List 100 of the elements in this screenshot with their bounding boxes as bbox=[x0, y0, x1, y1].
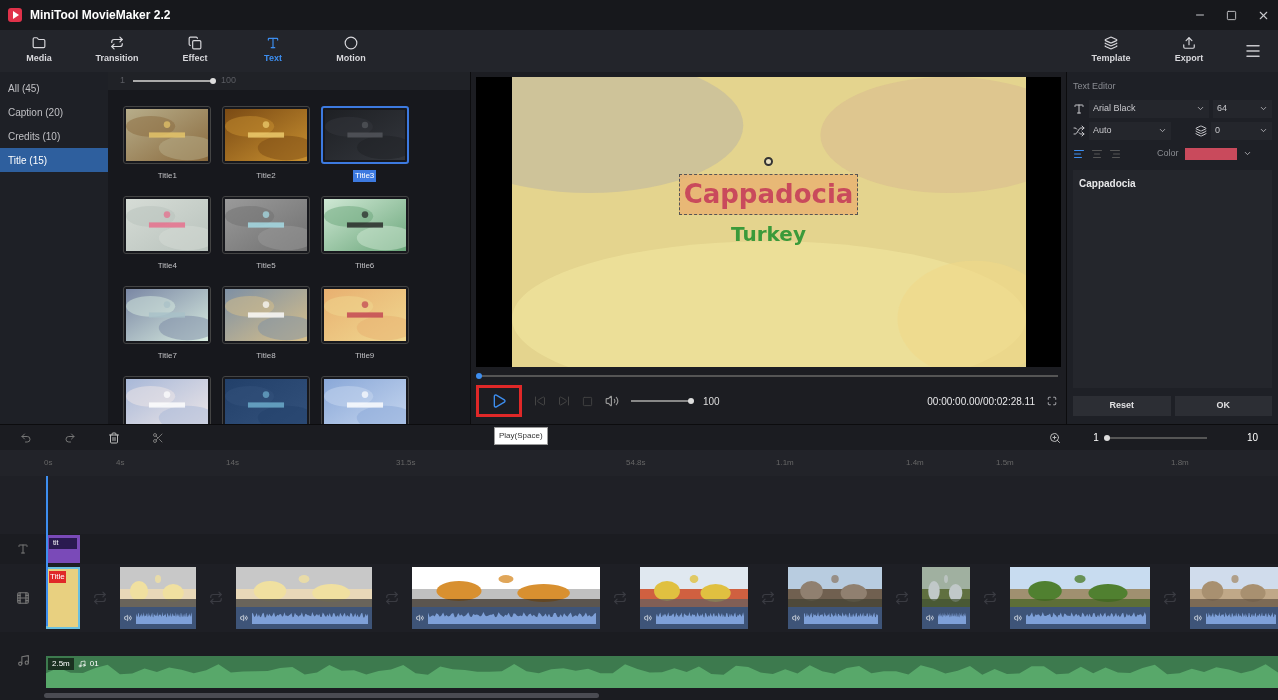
clip-volume-icon[interactable] bbox=[1014, 614, 1022, 622]
video-clip[interactable] bbox=[1190, 567, 1278, 629]
scrollbar[interactable] bbox=[44, 693, 599, 698]
slider-thumb[interactable] bbox=[476, 373, 482, 379]
template-label: Title4 bbox=[156, 260, 178, 272]
arrows-icon bbox=[110, 36, 124, 51]
clip-volume-icon[interactable] bbox=[240, 614, 248, 622]
zoom-max-label: 10 bbox=[1246, 431, 1258, 445]
video-clip[interactable] bbox=[236, 567, 372, 629]
copy-icon bbox=[188, 36, 202, 51]
ruler-label: 1.1m bbox=[776, 457, 795, 469]
video-track-icon bbox=[16, 591, 30, 605]
toolbar-tab[interactable]: Effect bbox=[156, 36, 234, 66]
title-clip[interactable]: Title bbox=[46, 567, 80, 629]
music-track-icon bbox=[16, 653, 30, 667]
ruler-label: 54.8s bbox=[626, 457, 647, 469]
app-logo-icon bbox=[8, 8, 22, 22]
zoom-fit-icon[interactable] bbox=[1049, 431, 1062, 444]
category-item[interactable]: Credits (10) bbox=[0, 124, 108, 148]
menu-icon[interactable] bbox=[1244, 42, 1262, 60]
rotate-handle-icon[interactable] bbox=[764, 157, 773, 166]
video-clip[interactable] bbox=[1010, 567, 1150, 629]
panel-title: Text Editor bbox=[1073, 80, 1117, 93]
undo-icon[interactable] bbox=[20, 431, 32, 444]
editor-button[interactable]: OK bbox=[1174, 395, 1272, 416]
music-clip[interactable]: 2.5m 01 bbox=[46, 656, 1278, 688]
template-label: Title3 bbox=[353, 170, 377, 182]
tooltip: Play(Space) bbox=[494, 427, 548, 445]
ruler-label: 1.8m bbox=[1171, 457, 1190, 469]
template-label: Title6 bbox=[354, 260, 376, 272]
category-item[interactable]: Title (15) bbox=[0, 148, 108, 172]
color-label: Color bbox=[1157, 146, 1179, 160]
slider-thumb[interactable] bbox=[688, 398, 694, 404]
zoom-slider[interactable] bbox=[1106, 436, 1207, 439]
line-spacing-dropdown[interactable]: 0 bbox=[1211, 121, 1272, 140]
clip-volume-icon[interactable] bbox=[416, 614, 424, 622]
clip-volume-icon[interactable] bbox=[644, 614, 652, 622]
template-label: Title9 bbox=[354, 350, 376, 362]
folder-icon bbox=[32, 36, 46, 51]
ruler-label: 14s bbox=[226, 457, 240, 469]
split-icon[interactable] bbox=[152, 431, 164, 444]
editor-button[interactable]: Reset bbox=[1073, 395, 1171, 416]
video-clip[interactable] bbox=[922, 567, 970, 629]
align-icon[interactable] bbox=[1073, 147, 1085, 160]
toolbar-button[interactable]: Template bbox=[1072, 36, 1150, 66]
delete-icon[interactable] bbox=[108, 431, 120, 444]
music-note-icon bbox=[77, 660, 86, 668]
video-clip[interactable] bbox=[120, 567, 196, 629]
caret-icon bbox=[1259, 104, 1268, 113]
spacing-dropdown[interactable]: Auto bbox=[1089, 121, 1171, 140]
video-clip[interactable] bbox=[788, 567, 882, 629]
template-label: Title2 bbox=[255, 170, 277, 182]
text-track-icon bbox=[17, 543, 29, 555]
template-label: Title7 bbox=[156, 350, 178, 362]
category-item[interactable]: Caption (20) bbox=[0, 100, 108, 124]
toolbar-tab[interactable]: Text bbox=[234, 36, 312, 66]
upload-icon bbox=[1182, 36, 1196, 51]
caret-icon bbox=[1259, 126, 1268, 135]
fullscreen-icon[interactable] bbox=[1047, 396, 1057, 406]
clip-volume-icon[interactable] bbox=[124, 614, 132, 622]
template-label: Title8 bbox=[255, 350, 277, 362]
ruler-label: 1.4m bbox=[906, 457, 925, 469]
clip-volume-icon[interactable] bbox=[1194, 614, 1202, 622]
slider-thumb[interactable] bbox=[210, 78, 216, 84]
preview-title: Cappadocia bbox=[683, 179, 854, 209]
clip-volume-icon[interactable] bbox=[926, 614, 934, 622]
audio-waveform bbox=[938, 612, 966, 624]
video-clip[interactable] bbox=[640, 567, 748, 629]
caret-icon bbox=[1196, 104, 1205, 113]
category-item[interactable]: All (45) bbox=[0, 76, 108, 100]
toolbar-button[interactable]: Export bbox=[1150, 36, 1228, 66]
play-button[interactable] bbox=[476, 385, 522, 417]
play-icon bbox=[491, 393, 507, 409]
slider-thumb[interactable] bbox=[1103, 434, 1110, 441]
toolbar-tab[interactable]: Media bbox=[0, 36, 78, 66]
time-display: 00:00:00.00/00:02:28.11 bbox=[927, 394, 1035, 409]
color-swatch[interactable] bbox=[1184, 147, 1237, 160]
video-clip[interactable] bbox=[412, 567, 600, 629]
text-input[interactable]: Cappadocia bbox=[1073, 169, 1272, 388]
audio-waveform bbox=[136, 612, 192, 624]
template-label: Title1 bbox=[156, 170, 178, 182]
toolbar-tab[interactable]: Motion bbox=[312, 36, 390, 66]
maximize-icon[interactable] bbox=[1226, 9, 1237, 21]
volume-icon[interactable] bbox=[605, 394, 619, 408]
audio-waveform bbox=[1206, 612, 1276, 624]
redo-icon[interactable] bbox=[64, 431, 76, 444]
caret-icon bbox=[1158, 126, 1167, 135]
caret-icon[interactable] bbox=[1242, 149, 1252, 158]
font-dropdown[interactable]: Arial Black bbox=[1089, 99, 1209, 118]
window-title: MiniTool MovieMaker 2.2 bbox=[30, 7, 171, 24]
ruler-label: 1.5m bbox=[996, 457, 1015, 469]
volume-reading: 100 bbox=[703, 394, 720, 409]
clip-volume-icon[interactable] bbox=[792, 614, 800, 622]
circle-icon bbox=[344, 36, 358, 51]
toolbar-tab[interactable]: Transition bbox=[78, 36, 156, 66]
template-label: Title5 bbox=[255, 260, 277, 272]
preview-subtitle: Turkey bbox=[731, 221, 806, 248]
layers-icon bbox=[1104, 36, 1118, 51]
font-icon bbox=[1073, 102, 1085, 115]
size-dropdown[interactable]: 64 bbox=[1213, 99, 1272, 118]
